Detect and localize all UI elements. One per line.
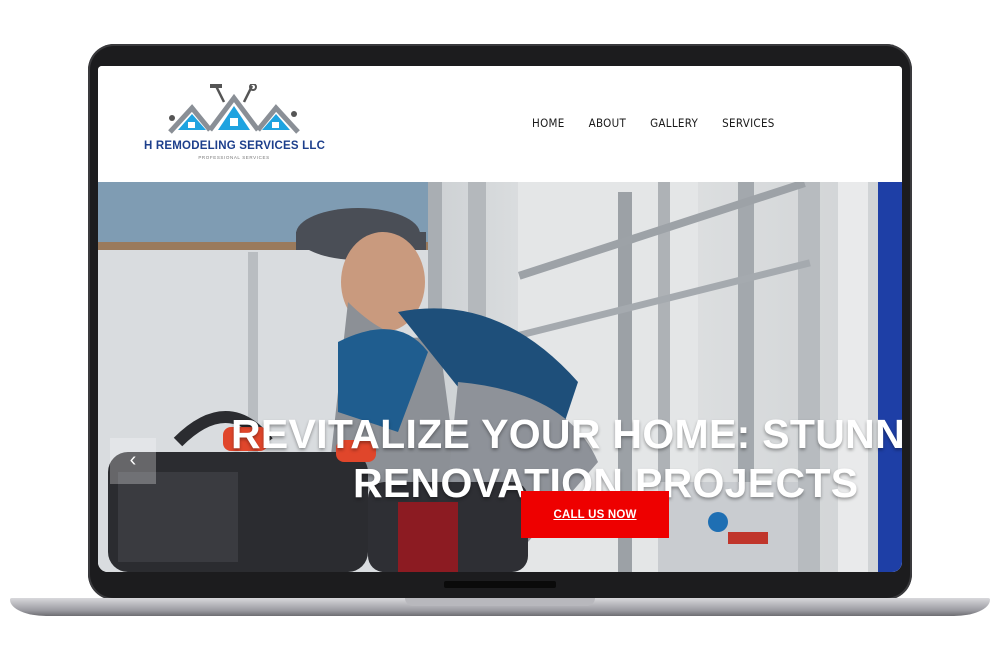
main-nav: HOME ABOUT GALLERY SERVICES — [532, 116, 799, 130]
call-us-now-button[interactable]: CALL US NOW — [521, 491, 669, 538]
hammer-icon — [210, 84, 226, 103]
logo-tagline: PROFESSIONAL SERVICES — [198, 155, 270, 160]
chevron-left-icon: ‹ — [129, 449, 137, 471]
laptop-screen: H REMODELING SERVICES LLC PROFESSIONAL S… — [98, 66, 902, 572]
nav-gallery[interactable]: GALLERY — [650, 116, 698, 130]
logo-company-name: H REMODELING SERVICES LLC — [144, 140, 326, 152]
hero-slider: ‹ REVITALIZE YOUR HOME: STUNNI RENOVATIO… — [98, 182, 902, 572]
laptop-base-notch — [405, 598, 595, 606]
laptop-hinge — [444, 581, 556, 588]
wrench-icon — [242, 84, 257, 103]
site-logo[interactable]: H REMODELING SERVICES LLC PROFESSIONAL S… — [144, 84, 326, 164]
nav-services[interactable]: SERVICES — [722, 116, 775, 130]
site-header: H REMODELING SERVICES LLC PROFESSIONAL S… — [98, 66, 902, 182]
hero-background-image — [98, 182, 902, 572]
nav-about[interactable]: ABOUT — [589, 116, 627, 130]
house-roof-logo-icon — [168, 84, 300, 134]
nav-home[interactable]: HOME — [532, 116, 565, 130]
slider-prev-button[interactable]: ‹ — [110, 438, 156, 484]
hero-title-line1: REVITALIZE YOUR HOME: STUNNI — [231, 411, 902, 458]
